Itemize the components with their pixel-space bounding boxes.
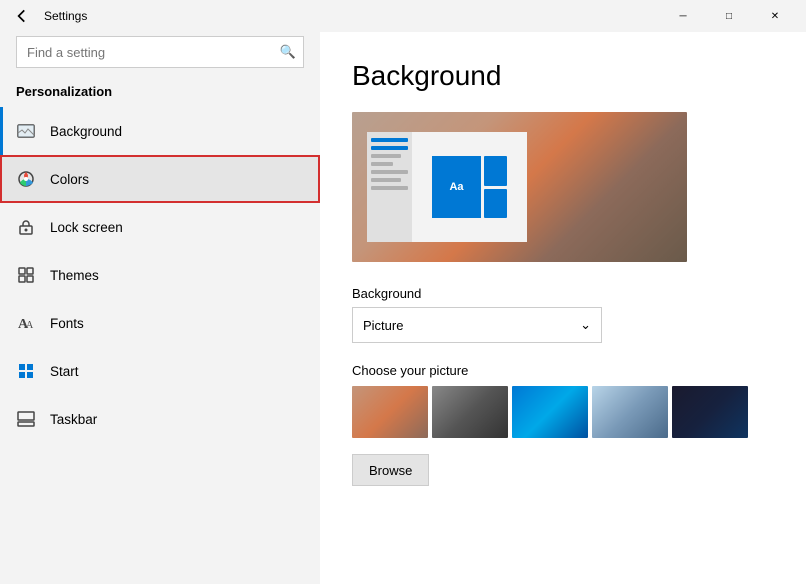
page-title: Background	[352, 60, 774, 92]
mock-line	[371, 138, 408, 142]
search-icon: 🔍	[280, 44, 296, 60]
search-input[interactable]	[16, 36, 304, 68]
tile-sm-2	[484, 189, 507, 219]
sidebar-item-label-lockscreen: Lock screen	[50, 220, 123, 235]
sidebar-item-label-background: Background	[50, 124, 122, 139]
taskbar-icon	[16, 409, 36, 429]
sidebar-item-taskbar[interactable]: Taskbar	[0, 395, 320, 443]
background-preview: Aa	[352, 112, 687, 262]
sidebar-item-label-themes: Themes	[50, 268, 99, 283]
picture-thumbnail-4[interactable]	[592, 386, 668, 438]
start-icon	[16, 361, 36, 381]
browse-button[interactable]: Browse	[352, 454, 429, 486]
preview-overlay: Aa	[367, 132, 527, 242]
titlebar-title: Settings	[44, 9, 87, 23]
colors-icon	[16, 169, 36, 189]
minimize-button[interactable]: ─	[660, 0, 706, 32]
sidebar-item-label-start: Start	[50, 364, 79, 379]
picture-thumbnail-1[interactable]	[352, 386, 428, 438]
titlebar: Settings ─ □ ✕	[0, 0, 806, 32]
sidebar-item-start[interactable]: Start	[0, 347, 320, 395]
svg-text:A: A	[26, 320, 34, 331]
picture-grid	[352, 386, 774, 438]
mock-line	[371, 146, 408, 150]
preview-sidebar-mock	[367, 132, 412, 242]
preview-main-mock: Aa	[412, 132, 527, 242]
sidebar-item-label-colors: Colors	[50, 172, 89, 187]
sidebar-item-label-taskbar: Taskbar	[50, 412, 97, 427]
close-button[interactable]: ✕	[752, 0, 798, 32]
search-container: 🔍	[16, 36, 304, 68]
sidebar-item-label-fonts: Fonts	[50, 316, 84, 331]
back-button[interactable]	[8, 2, 36, 30]
sidebar-item-themes[interactable]: Themes	[0, 251, 320, 299]
maximize-button[interactable]: □	[706, 0, 752, 32]
window-controls: ─ □ ✕	[660, 0, 798, 32]
chevron-down-icon: ⌄	[580, 317, 591, 333]
content-area: Background Aa	[320, 32, 806, 584]
picture-thumbnail-5[interactable]	[672, 386, 748, 438]
sidebar-section-title: Personalization	[0, 80, 320, 107]
lockscreen-icon	[16, 217, 36, 237]
mock-line	[371, 178, 401, 182]
sidebar: 🔍 Personalization Background	[0, 32, 320, 584]
background-dropdown[interactable]: Picture ⌄	[352, 307, 602, 343]
sidebar-item-lockscreen[interactable]: Lock screen	[0, 203, 320, 251]
background-icon	[16, 121, 36, 141]
tile-aa: Aa	[432, 156, 481, 218]
dropdown-value: Picture	[363, 318, 403, 333]
sidebar-item-colors[interactable]: Colors	[0, 155, 320, 203]
sidebar-item-background[interactable]: Background	[0, 107, 320, 155]
mock-line	[371, 154, 401, 158]
sidebar-item-fonts[interactable]: A A Fonts	[0, 299, 320, 347]
app-body: 🔍 Personalization Background	[0, 32, 806, 584]
mock-line	[371, 170, 408, 174]
themes-icon	[16, 265, 36, 285]
background-label: Background	[352, 286, 774, 301]
mock-line	[371, 186, 408, 190]
choose-picture-label: Choose your picture	[352, 363, 774, 378]
tile-sm-1	[484, 156, 507, 186]
picture-thumbnail-3[interactable]	[512, 386, 588, 438]
fonts-icon: A A	[16, 313, 36, 333]
mock-line	[371, 162, 393, 166]
picture-thumbnail-2[interactable]	[432, 386, 508, 438]
